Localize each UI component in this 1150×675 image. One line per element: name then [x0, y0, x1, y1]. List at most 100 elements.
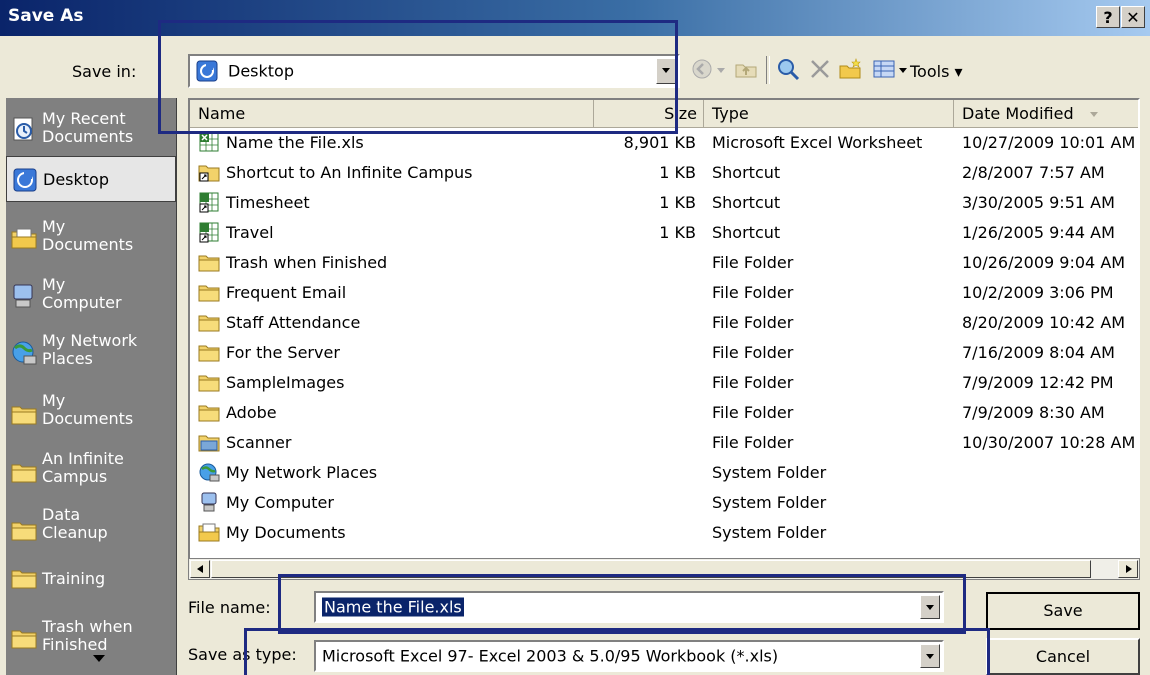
- file-name: SampleImages: [226, 373, 345, 392]
- file-row[interactable]: SampleImages File Folder 7/9/2009 12:42 PM: [190, 368, 1138, 398]
- file-row[interactable]: My Computer System Folder: [190, 488, 1138, 518]
- file-list[interactable]: Name Size Type Date Modified Name the Fi…: [188, 98, 1140, 562]
- file-date-modified: 7/16/2009 8:04 AM: [962, 343, 1115, 362]
- close-button[interactable]: ✕: [1121, 6, 1145, 28]
- places-bar: My Recent Documents Desktop My Documents: [6, 98, 177, 675]
- scanner-folder-icon: [198, 435, 220, 452]
- help-button[interactable]: ?: [1096, 6, 1120, 28]
- file-row[interactable]: Travel 1 KB Shortcut 1/26/2005 9:44 AM: [190, 218, 1138, 248]
- folder-icon: [198, 405, 220, 422]
- place-my-recent-documents[interactable]: My Recent Documents: [6, 102, 176, 154]
- file-type: System Folder: [712, 493, 827, 512]
- folder-icon: [11, 630, 37, 649]
- up-folder-icon[interactable]: [734, 57, 758, 81]
- place-label: My Network Places: [42, 331, 138, 368]
- places-scroll-down-icon[interactable]: [92, 654, 106, 664]
- cancel-button[interactable]: Cancel: [986, 638, 1140, 675]
- file-type: System Folder: [712, 523, 827, 542]
- network-places-icon: [199, 463, 220, 482]
- file-row[interactable]: Staff Attendance File Folder 8/20/2009 10:…: [190, 308, 1138, 338]
- folder-icon: [11, 522, 37, 541]
- views-dropdown-icon[interactable]: [898, 67, 908, 75]
- file-date-modified: 7/9/2009 12:42 PM: [962, 373, 1114, 392]
- excel-shortcut-icon: [199, 192, 219, 213]
- file-name: Timesheet: [226, 193, 310, 212]
- desktop-icon: [13, 168, 37, 192]
- arrow-left-icon: [197, 565, 203, 573]
- place-desktop[interactable]: Desktop: [6, 156, 176, 202]
- my-computer-icon: [13, 284, 33, 308]
- save-in-label: Save in:: [72, 62, 137, 81]
- file-name: My Computer: [226, 493, 334, 512]
- folder-icon: [198, 285, 220, 302]
- file-name: Staff Attendance: [226, 313, 361, 332]
- file-row[interactable]: Scanner File Folder 10/30/2007 10:28 AM: [190, 428, 1138, 458]
- file-name: My Network Places: [226, 463, 378, 482]
- views-icon[interactable]: [872, 57, 896, 81]
- place-training[interactable]: Training: [6, 560, 176, 596]
- file-size: 8,901 KB: [623, 133, 696, 152]
- toolbar-separator: [766, 56, 770, 84]
- file-name: For the Server: [226, 343, 340, 362]
- folder-icon: [198, 375, 220, 392]
- file-type: Shortcut: [712, 163, 781, 182]
- file-type: Shortcut: [712, 193, 781, 212]
- file-row[interactable]: For the Server File Folder 7/16/2009 8:04 …: [190, 338, 1138, 368]
- place-my-documents-2[interactable]: My Documents: [6, 384, 176, 438]
- search-web-icon[interactable]: [776, 57, 800, 81]
- back-icon[interactable]: [690, 57, 714, 81]
- place-label: My Documents: [42, 217, 134, 254]
- save-button[interactable]: Save: [986, 592, 1140, 630]
- place-my-network-places[interactable]: My Network Places: [6, 326, 176, 378]
- place-trash-when-finished[interactable]: Trash when Finished: [6, 606, 176, 654]
- network-places-icon: [12, 341, 37, 365]
- file-row[interactable]: My Documents System Folder: [190, 518, 1138, 548]
- annotation-box-save-in: [158, 20, 678, 134]
- file-row[interactable]: Shortcut to An Infinite Campus 1 KB Shortc…: [190, 158, 1138, 188]
- column-header-type[interactable]: Type: [704, 100, 954, 128]
- folder-icon: [11, 464, 37, 483]
- place-an-infinite-campus[interactable]: An Infinite Campus: [6, 442, 176, 496]
- file-name: Adobe: [226, 403, 277, 422]
- scroll-left-button[interactable]: [190, 560, 210, 578]
- scroll-right-button[interactable]: [1118, 560, 1138, 578]
- file-type: File Folder: [712, 433, 794, 452]
- file-type: Microsoft Excel Worksheet: [712, 133, 923, 152]
- folder-icon: [11, 570, 37, 589]
- file-type: File Folder: [712, 253, 794, 272]
- place-my-documents[interactable]: My Documents: [6, 210, 176, 262]
- file-row[interactable]: My Network Places System Folder: [190, 458, 1138, 488]
- file-type: Shortcut: [712, 223, 781, 242]
- place-data-cleanup[interactable]: Data Cleanup: [6, 500, 176, 554]
- file-type: File Folder: [712, 343, 794, 362]
- file-date-modified: 10/2/2009 3:06 PM: [962, 283, 1114, 302]
- place-label: My Computer: [42, 275, 122, 312]
- arrow-right-icon: [1126, 565, 1132, 573]
- place-my-computer[interactable]: My Computer: [6, 268, 176, 320]
- column-header-date-modified[interactable]: Date Modified: [954, 100, 1138, 128]
- my-computer-icon: [201, 492, 217, 512]
- file-row[interactable]: Adobe File Folder 7/9/2009 8:30 AM: [190, 398, 1138, 428]
- file-date-modified: 7/9/2009 8:30 AM: [962, 403, 1105, 422]
- annotation-box-save-as-type: [244, 628, 990, 675]
- file-type: File Folder: [712, 283, 794, 302]
- file-name: Shortcut to An Infinite Campus: [226, 163, 473, 182]
- new-folder-icon[interactable]: [838, 57, 862, 81]
- delete-icon[interactable]: [808, 57, 832, 81]
- file-name-label: File name:: [188, 598, 271, 617]
- window-title: Save As: [8, 6, 84, 26]
- file-row[interactable]: Timesheet 1 KB Shortcut 3/30/2005 9:51 AM: [190, 188, 1138, 218]
- file-size: 1 KB: [659, 223, 696, 242]
- file-date-modified: 1/26/2005 9:44 AM: [962, 223, 1115, 242]
- tools-menu[interactable]: Tools ▾: [910, 62, 963, 81]
- back-dropdown-icon[interactable]: [716, 67, 726, 75]
- my-documents-icon: [11, 228, 37, 249]
- my-documents-icon: [198, 523, 220, 542]
- folder-icon: [198, 315, 220, 332]
- file-date-modified: 10/27/2009 10:01 AM: [962, 133, 1136, 152]
- file-row[interactable]: Frequent Email File Folder 10/2/2009 3:06 …: [190, 278, 1138, 308]
- file-type: File Folder: [712, 313, 794, 332]
- place-label: My Documents: [42, 391, 134, 428]
- file-row[interactable]: Trash when Finished File Folder 10/26/2009…: [190, 248, 1138, 278]
- excel-icon: [199, 132, 219, 152]
